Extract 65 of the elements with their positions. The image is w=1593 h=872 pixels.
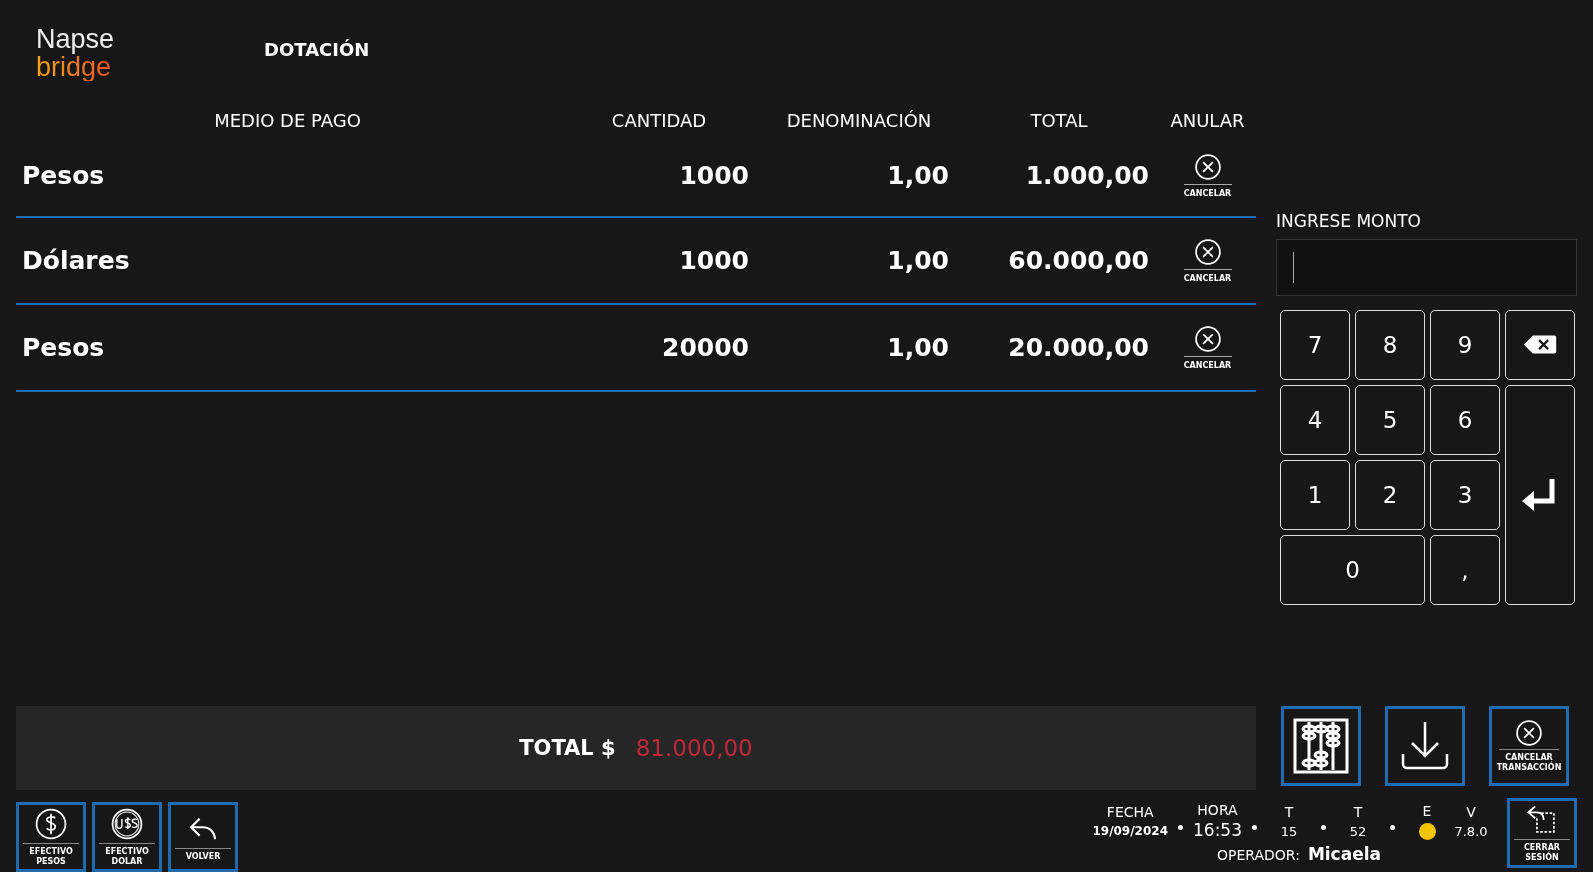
cancel-transaction-button[interactable]: CANCELAR TRANSACCIÓN	[1489, 706, 1569, 786]
status-label: T	[1284, 803, 1294, 820]
table-cell-text: 1.000,00	[1024, 161, 1150, 190]
abacus-icon	[1291, 716, 1351, 776]
keypad-key[interactable]: 8	[1355, 310, 1425, 380]
keypad-key[interactable]: 1	[1280, 460, 1350, 530]
cancel-button[interactable]: CANCELAR	[1183, 238, 1232, 283]
status-label: E	[1422, 802, 1432, 819]
keypad-key[interactable]: 6	[1430, 385, 1500, 455]
table-cell-text: Dólares	[21, 246, 131, 275]
table-cell-text: 1,00	[886, 333, 950, 362]
operator-name: Micaela	[1307, 844, 1381, 864]
cancel-button[interactable]: CANCELAR	[1183, 325, 1232, 370]
table-cell-text: Pesos	[21, 161, 106, 190]
currency-icon	[110, 807, 144, 841]
keypad-key[interactable]: 5	[1355, 385, 1425, 455]
status-value: 15	[1280, 823, 1298, 839]
table-cell-text: 1000	[678, 246, 750, 275]
dollar-icon	[34, 807, 68, 841]
status-value: 16:53	[1193, 820, 1242, 840]
table-cell-text: 60.000,00	[1007, 246, 1150, 275]
status-label: HORA	[1197, 802, 1238, 818]
table-cell-text: 1000	[678, 161, 750, 190]
status-value: 19/09/2024	[1092, 824, 1168, 838]
keypad-key[interactable]: 9	[1430, 310, 1500, 380]
amount-label: INGRESE MONTO	[1276, 211, 1422, 233]
table-cell-text: 1,00	[886, 246, 950, 275]
table-cell-text: 20000	[661, 333, 750, 362]
cash-button[interactable]: EFECTIVO PESOS	[16, 802, 86, 872]
close-icon	[1193, 153, 1222, 181]
close-icon	[1193, 238, 1222, 266]
column-header: CANTIDAD	[610, 109, 708, 131]
column-header: TOTAL	[1029, 109, 1089, 131]
total-value: 81.000,00	[635, 735, 753, 761]
cancel-button[interactable]: CANCELAR	[1183, 153, 1232, 198]
abacus-button[interactable]	[1281, 706, 1361, 786]
download-button[interactable]	[1385, 706, 1465, 786]
keypad-key[interactable]: 2	[1355, 460, 1425, 530]
status-value: 7.8.0	[1454, 823, 1488, 839]
amount-field[interactable]	[1276, 239, 1577, 296]
status-label: FECHA	[1106, 804, 1154, 820]
screen-title: DOTACIÓN	[264, 39, 370, 60]
logout-button[interactable]: CERRAR SESIÓN	[1507, 798, 1577, 868]
keypad-key[interactable]: ,	[1430, 535, 1500, 605]
operator-label: OPERADOR:	[1217, 847, 1300, 863]
keypad-key[interactable]: 4	[1280, 385, 1350, 455]
close-icon	[1193, 325, 1222, 353]
column-header: MEDIO DE PAGO	[213, 109, 362, 131]
column-header: DENOMINACIÓN	[785, 109, 933, 131]
table-cell-text: 20.000,00	[1007, 333, 1150, 362]
cash-button[interactable]: EFECTIVO DOLAR	[92, 802, 162, 872]
keypad-key[interactable]: 0	[1280, 535, 1425, 605]
close-icon	[1515, 719, 1543, 747]
column-header: ANULAR	[1169, 109, 1246, 131]
status-value: 52	[1349, 823, 1367, 839]
status-label: T	[1353, 803, 1363, 820]
status-label: V	[1466, 803, 1476, 820]
total-label: TOTAL $	[519, 736, 616, 760]
table-cell-text: 1,00	[886, 161, 950, 190]
back-button[interactable]: VOLVER	[168, 802, 238, 872]
keypad-key[interactable]: 7	[1280, 310, 1350, 380]
keypad-key[interactable]: 3	[1430, 460, 1500, 530]
table-cell-text: Pesos	[21, 333, 106, 362]
enter-key[interactable]	[1505, 385, 1575, 605]
backspace-key[interactable]	[1505, 310, 1575, 380]
